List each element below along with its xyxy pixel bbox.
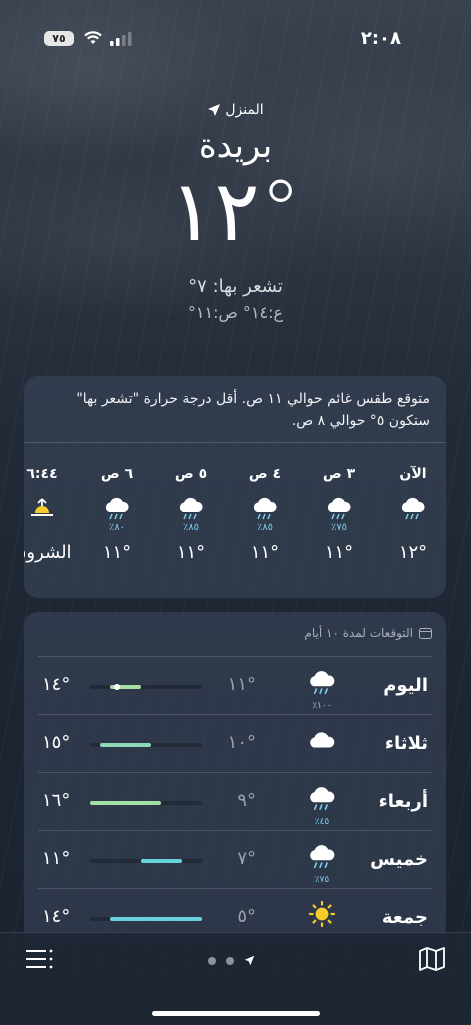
current-weather: المنزل بريدة ١٢° تشعر بها: ٧° ع:١٤° ص:١١… — [0, 102, 471, 322]
cloud-icon — [306, 725, 338, 759]
calendar-icon — [419, 628, 432, 639]
signal-icon — [110, 32, 132, 46]
low-temp: ٧° — [237, 848, 256, 869]
hour-label: الآن — [399, 466, 427, 482]
feels-like: تشعر بها: ٧° — [188, 276, 283, 297]
high-low: ع:١٤° ص:١١° — [187, 303, 284, 322]
hour-label: ٦:٤٤ — [26, 466, 58, 482]
hourly-forecast-card[interactable]: متوقع طقس غائم حوالي ١١ ص. أقل درجة حرار… — [24, 376, 446, 598]
temp-range-bar — [90, 859, 202, 863]
hourly-summary: متوقع طقس غائم حوالي ١١ ص. أقل درجة حرار… — [24, 376, 446, 443]
hour-temp: ١١° — [250, 542, 280, 563]
temp-range-fill — [100, 743, 152, 747]
cloud-rain-icon: ٤٥٪ — [306, 783, 338, 827]
daily-title-text: التوقعات لمدة ١٠ أيام — [304, 626, 413, 640]
day-label: ثلاثاء — [384, 733, 428, 754]
hour-temp: ١١° — [176, 542, 206, 563]
hourly-item: ٦ ص ٨٠٪ ١١° — [87, 466, 147, 563]
high-temp: ١٥° — [42, 732, 71, 753]
high-temp: ١٦° — [42, 790, 71, 811]
daily-row[interactable]: ثلاثاء ١٠° ١٥° — [38, 714, 432, 773]
daily-forecast-card[interactable]: التوقعات لمدة ١٠ أيام اليوم ١٠٠٪ ١١° ١٤° ثلا… — [24, 612, 446, 942]
temp-range-bar — [90, 917, 202, 921]
hourly-item: ٦:٤٤ الشروق — [24, 466, 72, 563]
current-temp: ١٢° — [169, 162, 302, 260]
battery-icon: ٧٥ — [44, 31, 74, 46]
page-dot[interactable] — [226, 956, 234, 965]
cloud-rain-icon — [235, 494, 295, 522]
precip-chance — [24, 522, 72, 534]
hour-label: ٥ ص — [174, 466, 208, 482]
hour-temp: ١١° — [102, 542, 132, 563]
page-dot[interactable] — [208, 956, 216, 965]
precip-chance: ٤٥٪ — [314, 817, 330, 827]
hour-label: ٣ ص — [322, 466, 356, 482]
day-label: جمعة — [381, 907, 428, 928]
wifi-icon — [84, 31, 102, 44]
precip-chance: ١٠٠٪ — [312, 701, 332, 711]
sunrise-icon — [24, 494, 72, 522]
cloud-rain-icon: ٧٥٪ — [306, 841, 338, 885]
low-temp: ٩° — [237, 790, 256, 811]
status-bar: ٧٥ ٢:٠٨ — [0, 24, 471, 54]
daily-title: التوقعات لمدة ١٠ أيام — [304, 626, 432, 640]
day-label: اليوم — [383, 675, 428, 696]
hour-label: ٦ ص — [100, 466, 134, 482]
hourly-item: الآن ١٢° — [383, 466, 443, 563]
home-indicator[interactable] — [152, 1011, 320, 1016]
daily-row[interactable]: أربعاء ٤٥٪ ٩° ١٦° — [38, 772, 432, 831]
precip-chance: ٨٠٪ — [108, 522, 126, 533]
location-name: المنزل — [225, 102, 264, 118]
list-icon[interactable] — [26, 947, 54, 971]
current-temp-dot — [114, 684, 121, 690]
hourly-item: ٥ ص ٨٥٪ ١١° — [161, 466, 221, 563]
hourly-item: ٣ ص ٧٥٪ ١١° — [309, 466, 369, 563]
low-temp: ١١° — [227, 674, 256, 695]
location-label: المنزل — [0, 102, 471, 118]
map-icon[interactable] — [419, 947, 445, 971]
precip-chance: ٧٥٪ — [330, 522, 348, 533]
high-temp: ١٤° — [42, 906, 71, 927]
cloud-rain-icon — [161, 494, 221, 522]
location-arrow-icon[interactable] — [244, 955, 255, 966]
day-label: أربعاء — [378, 791, 428, 812]
sun-icon — [306, 899, 338, 933]
hourly-list[interactable]: الآن ١٢° ٣ ص ٧٥٪ ١١° ٤ ص ٨٥٪ ١١° ٥ ص ٨٥٪ ١١° ٦ ص ٨٠٪… — [24, 466, 446, 586]
temp-range-fill — [90, 801, 162, 805]
status-time: ٢:٠٨ — [360, 28, 401, 49]
cloud-rain-icon: ١٠٠٪ — [306, 667, 338, 711]
daily-row[interactable]: اليوم ١٠٠٪ ١١° ١٤° — [38, 656, 432, 715]
temp-range-bar — [90, 684, 202, 690]
hour-temp: ١٢° — [398, 542, 428, 563]
hourly-item: ٤ ص ٨٥٪ ١١° — [235, 466, 295, 563]
hour-temp: الشروق — [24, 542, 72, 563]
daily-row[interactable]: خميس ٧٥٪ ٧° ١١° — [38, 830, 432, 889]
temp-range-bar — [90, 743, 202, 747]
temp-range-fill — [140, 859, 182, 863]
cloud-rain-icon — [309, 494, 369, 522]
hour-label: ٤ ص — [248, 466, 282, 482]
high-temp: ١٤° — [42, 674, 71, 695]
precip-chance: ٨٥٪ — [182, 522, 200, 533]
cloud-rain-icon — [383, 494, 443, 522]
temp-range-fill — [110, 917, 202, 921]
precip-chance: ٨٥٪ — [256, 522, 274, 533]
precip-chance: ٧٥٪ — [314, 875, 330, 885]
hour-temp: ١١° — [324, 542, 354, 563]
bottom-toolbar — [0, 932, 471, 1025]
low-temp: ١٠° — [227, 732, 256, 753]
cloud-rain-icon — [87, 494, 147, 522]
precip-chance — [383, 522, 443, 534]
high-temp: ١١° — [42, 848, 71, 869]
temp-range-bar — [90, 801, 202, 805]
low-temp: ٥° — [237, 906, 256, 927]
day-label: خميس — [370, 849, 428, 870]
page-indicator[interactable] — [208, 955, 255, 966]
location-arrow-icon — [208, 104, 221, 116]
city-name: بريدة — [198, 126, 273, 166]
